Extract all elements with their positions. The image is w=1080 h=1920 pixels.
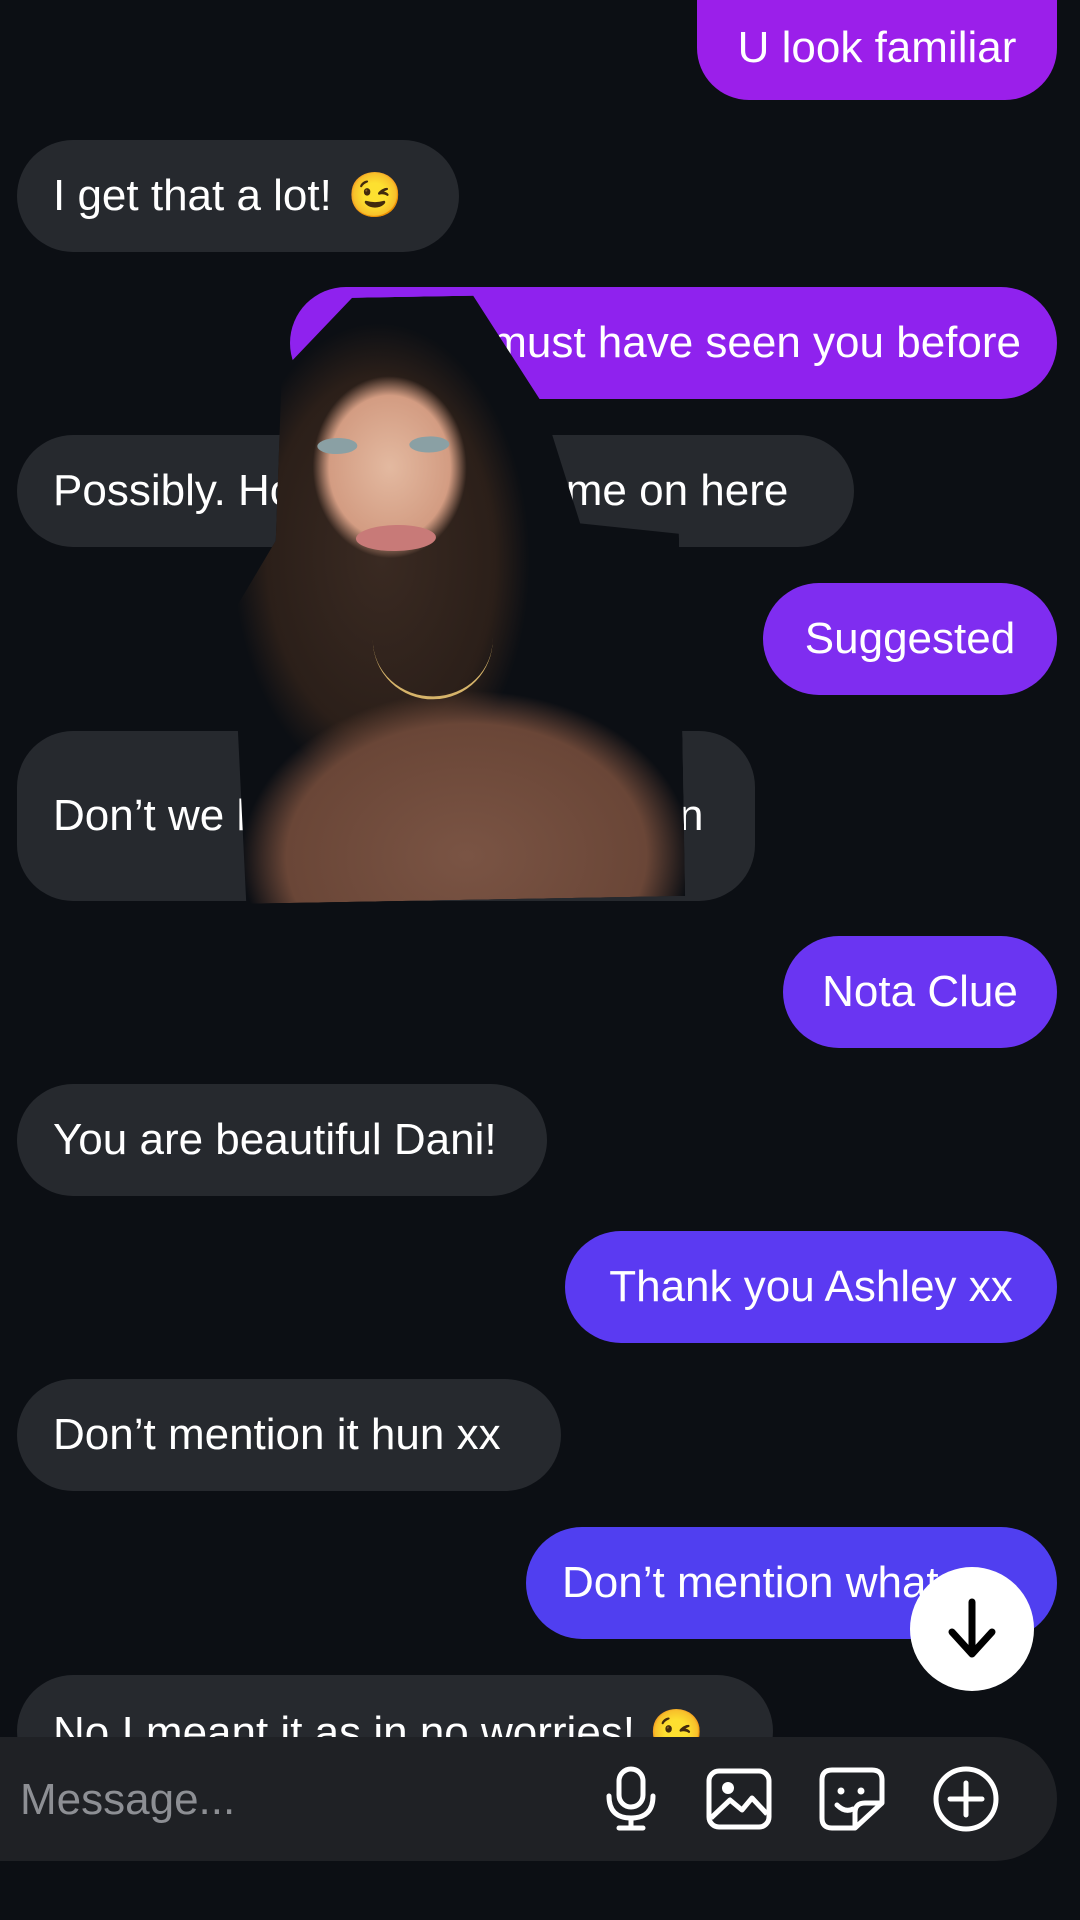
message-text: I get that a lot! <box>53 171 332 220</box>
arrow-down-icon <box>948 1598 996 1658</box>
photo-detail <box>409 436 449 453</box>
sticker-icon <box>819 1767 885 1831</box>
photo-detail <box>356 524 436 551</box>
message-text: Don’t mention it hun xx <box>53 1410 501 1459</box>
photo-detail <box>373 625 494 700</box>
microphone-button[interactable] <box>595 1763 667 1835</box>
message-text: Nota Clue <box>822 967 1018 1016</box>
more-options-button[interactable] <box>930 1763 1002 1835</box>
message-bubble-incoming[interactable]: I get that a lot! 😉 <box>17 140 459 252</box>
message-text: Thank you Ashley xx <box>609 1262 1013 1311</box>
image-icon <box>706 1768 772 1830</box>
message-bubble-outgoing[interactable]: Suggested <box>763 583 1057 695</box>
sticker-button[interactable] <box>816 1763 888 1835</box>
wink-emoji-icon: 😉 <box>347 171 403 220</box>
message-text: U look familiar <box>737 23 1017 72</box>
message-bubble-outgoing[interactable]: U look familiar <box>697 0 1057 100</box>
gallery-button[interactable] <box>703 1763 775 1835</box>
message-composer <box>0 1737 1057 1861</box>
message-bubble-outgoing[interactable]: Thank you Ashley xx <box>565 1231 1057 1343</box>
plus-circle-icon <box>933 1766 999 1832</box>
message-bubble-outgoing[interactable]: Nota Clue <box>783 936 1057 1048</box>
message-text: I must have seen you before <box>465 318 1021 367</box>
photo-detail <box>317 438 357 455</box>
message-text: You are beautiful Dani! <box>53 1115 497 1164</box>
scroll-to-bottom-button[interactable] <box>910 1567 1034 1691</box>
message-bubble-incoming[interactable]: You are beautiful Dani! <box>17 1084 547 1196</box>
microphone-icon <box>606 1766 656 1831</box>
message-input[interactable] <box>18 1761 582 1839</box>
message-text: Suggested <box>804 614 1016 663</box>
message-bubble-incoming[interactable]: Don’t mention it hun xx <box>17 1379 561 1491</box>
